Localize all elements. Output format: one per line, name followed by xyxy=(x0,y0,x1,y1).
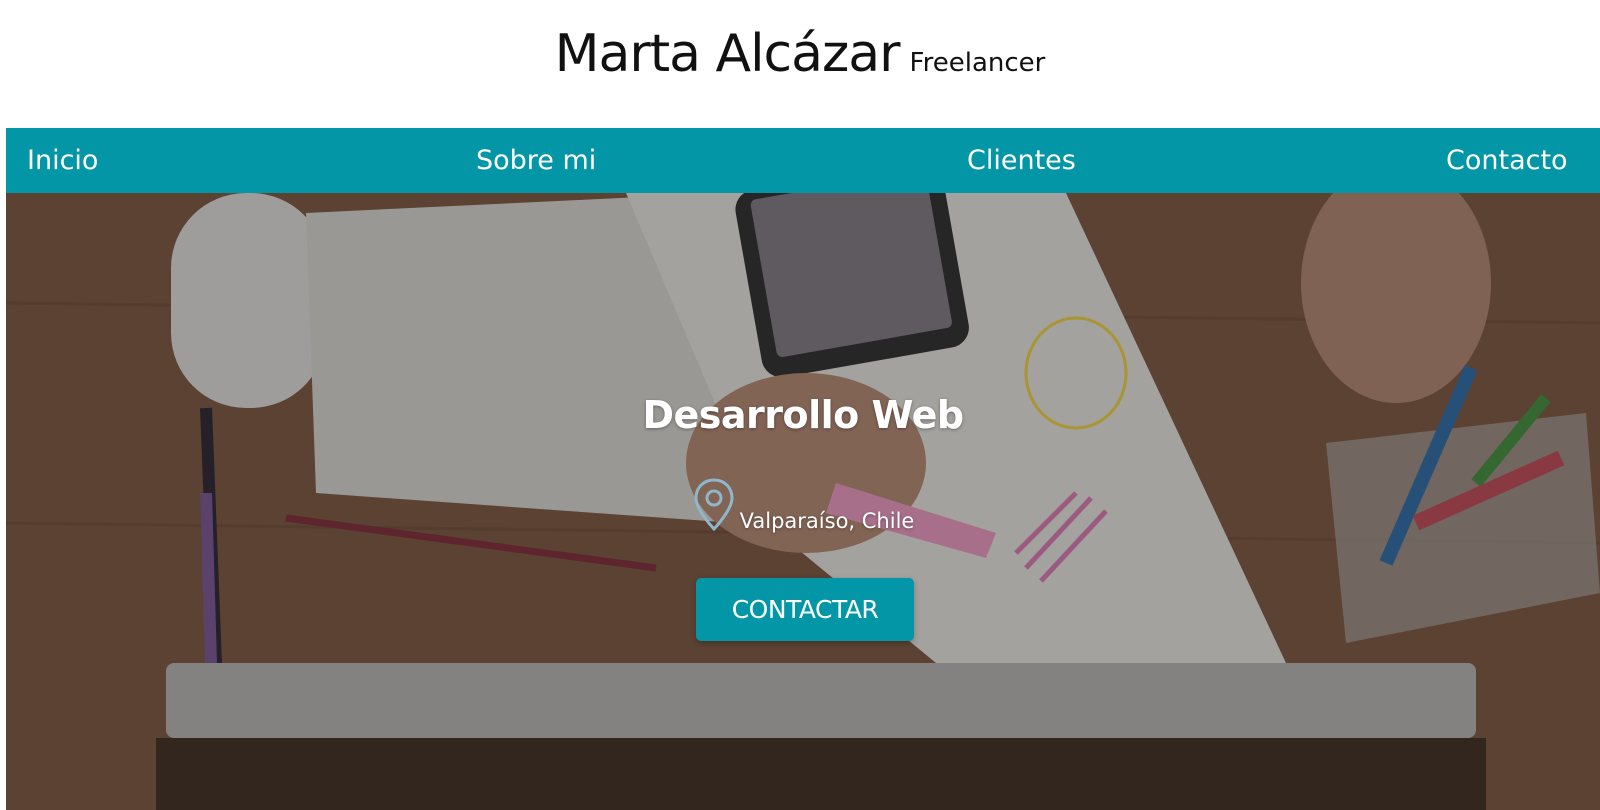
site-tagline: Freelancer xyxy=(909,48,1046,78)
hero-title: Desarrollo Web xyxy=(642,393,964,437)
nav-item-inicio[interactable]: Inicio xyxy=(27,128,98,193)
site-title: Marta Alcázar xyxy=(554,24,901,84)
site-header: Marta Alcázar Freelancer xyxy=(0,0,1600,128)
nav-item-clientes[interactable]: Clientes xyxy=(967,128,1076,193)
location-text: Valparaíso, Chile xyxy=(739,509,915,533)
map-pin-icon xyxy=(692,477,736,533)
nav-item-sobre-mi[interactable]: Sobre mi xyxy=(476,128,596,193)
brand: Marta Alcázar Freelancer xyxy=(0,24,1600,84)
hero-section: Desarrollo Web Valparaíso, Chile CONTACT… xyxy=(6,193,1600,810)
main-nav: Inicio Sobre mi Clientes Contacto xyxy=(6,128,1600,193)
nav-item-contacto[interactable]: Contacto xyxy=(1446,128,1568,193)
hero-location: Valparaíso, Chile xyxy=(6,477,1600,533)
contact-button[interactable]: CONTACTAR xyxy=(696,578,914,641)
